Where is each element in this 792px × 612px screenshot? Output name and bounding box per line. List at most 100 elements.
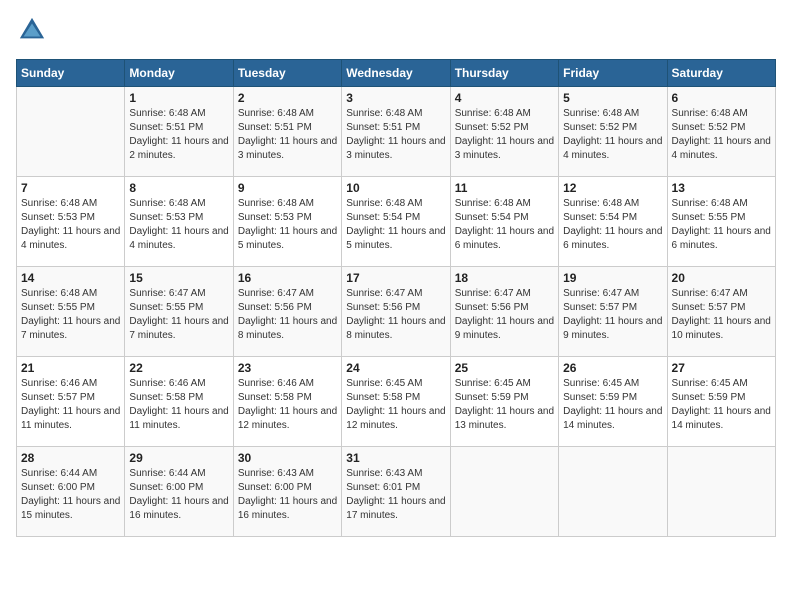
- day-number: 24: [346, 361, 445, 375]
- column-header-saturday: Saturday: [667, 60, 775, 87]
- day-number: 31: [346, 451, 445, 465]
- day-info: Sunrise: 6:48 AMSunset: 5:54 PMDaylight:…: [563, 197, 662, 253]
- day-info: Sunrise: 6:43 AMSunset: 6:01 PMDaylight:…: [346, 467, 445, 523]
- day-info: Sunrise: 6:46 AMSunset: 5:58 PMDaylight:…: [129, 377, 228, 433]
- day-number: 26: [563, 361, 662, 375]
- day-number: 29: [129, 451, 228, 465]
- calendar-cell: 18 Sunrise: 6:47 AMSunset: 5:56 PMDayligh…: [450, 267, 558, 357]
- day-number: 17: [346, 271, 445, 285]
- day-number: 19: [563, 271, 662, 285]
- calendar-cell: [667, 447, 775, 537]
- day-info: Sunrise: 6:48 AMSunset: 5:51 PMDaylight:…: [238, 107, 337, 163]
- day-number: 7: [21, 181, 120, 195]
- day-info: Sunrise: 6:48 AMSunset: 5:55 PMDaylight:…: [21, 287, 120, 343]
- calendar-cell: 14 Sunrise: 6:48 AMSunset: 5:55 PMDayligh…: [17, 267, 125, 357]
- day-info: Sunrise: 6:45 AMSunset: 5:59 PMDaylight:…: [455, 377, 554, 433]
- calendar-cell: 5Sunrise: 6:48 AMSunset: 5:52 PMDaylight…: [559, 87, 667, 177]
- column-header-thursday: Thursday: [450, 60, 558, 87]
- calendar-cell: 24 Sunrise: 6:45 AMSunset: 5:58 PMDayligh…: [342, 357, 450, 447]
- calendar-cell: [559, 447, 667, 537]
- day-number: 3: [346, 91, 445, 105]
- day-number: 11: [455, 181, 554, 195]
- logo-icon: [18, 16, 46, 44]
- day-number: 15: [129, 271, 228, 285]
- calendar-cell: 1Sunrise: 6:48 AMSunset: 5:51 PMDaylight…: [125, 87, 233, 177]
- day-info: Sunrise: 6:43 AMSunset: 6:00 PMDaylight:…: [238, 467, 337, 523]
- calendar-cell: 8 Sunrise: 6:48 AMSunset: 5:53 PMDaylight…: [125, 177, 233, 267]
- calendar-week-2: 7 Sunrise: 6:48 AMSunset: 5:53 PMDaylight…: [17, 177, 776, 267]
- day-info: Sunrise: 6:48 AMSunset: 5:53 PMDaylight:…: [21, 197, 120, 253]
- calendar-week-4: 21 Sunrise: 6:46 AMSunset: 5:57 PMDayligh…: [17, 357, 776, 447]
- calendar-cell: 6Sunrise: 6:48 AMSunset: 5:52 PMDaylight…: [667, 87, 775, 177]
- day-number: 27: [672, 361, 771, 375]
- column-header-sunday: Sunday: [17, 60, 125, 87]
- logo-text: [16, 16, 46, 49]
- day-number: 30: [238, 451, 337, 465]
- day-number: 23: [238, 361, 337, 375]
- day-info: Sunrise: 6:45 AMSunset: 5:58 PMDaylight:…: [346, 377, 445, 433]
- day-info: Sunrise: 6:48 AMSunset: 5:55 PMDaylight:…: [672, 197, 771, 253]
- calendar-week-3: 14 Sunrise: 6:48 AMSunset: 5:55 PMDayligh…: [17, 267, 776, 357]
- page-header: [16, 16, 776, 49]
- calendar-cell: 29 Sunrise: 6:44 AMSunset: 6:00 PMDayligh…: [125, 447, 233, 537]
- calendar-cell: 26 Sunrise: 6:45 AMSunset: 5:59 PMDayligh…: [559, 357, 667, 447]
- calendar-cell: 30 Sunrise: 6:43 AMSunset: 6:00 PMDayligh…: [233, 447, 341, 537]
- calendar-cell: 28Sunrise: 6:44 AMSunset: 6:00 PMDayligh…: [17, 447, 125, 537]
- calendar-cell: 20 Sunrise: 6:47 AMSunset: 5:57 PMDayligh…: [667, 267, 775, 357]
- calendar-cell: 21 Sunrise: 6:46 AMSunset: 5:57 PMDayligh…: [17, 357, 125, 447]
- day-number: 9: [238, 181, 337, 195]
- day-number: 13: [672, 181, 771, 195]
- day-info: Sunrise: 6:48 AMSunset: 5:51 PMDaylight:…: [346, 107, 445, 163]
- calendar-cell: [17, 87, 125, 177]
- calendar-cell: 13 Sunrise: 6:48 AMSunset: 5:55 PMDayligh…: [667, 177, 775, 267]
- calendar-cell: 11 Sunrise: 6:48 AMSunset: 5:54 PMDayligh…: [450, 177, 558, 267]
- calendar-cell: 17 Sunrise: 6:47 AMSunset: 5:56 PMDayligh…: [342, 267, 450, 357]
- day-number: 28: [21, 451, 120, 465]
- day-number: 2: [238, 91, 337, 105]
- day-info: Sunrise: 6:48 AMSunset: 5:54 PMDaylight:…: [346, 197, 445, 253]
- calendar-cell: 19 Sunrise: 6:47 AMSunset: 5:57 PMDayligh…: [559, 267, 667, 357]
- column-header-wednesday: Wednesday: [342, 60, 450, 87]
- day-number: 22: [129, 361, 228, 375]
- calendar-cell: [450, 447, 558, 537]
- calendar-cell: 4Sunrise: 6:48 AMSunset: 5:52 PMDaylight…: [450, 87, 558, 177]
- day-info: Sunrise: 6:48 AMSunset: 5:53 PMDaylight:…: [238, 197, 337, 253]
- calendar-cell: 2 Sunrise: 6:48 AMSunset: 5:51 PMDaylight…: [233, 87, 341, 177]
- day-number: 21: [21, 361, 120, 375]
- calendar-week-1: 1Sunrise: 6:48 AMSunset: 5:51 PMDaylight…: [17, 87, 776, 177]
- day-number: 25: [455, 361, 554, 375]
- day-info: Sunrise: 6:45 AMSunset: 5:59 PMDaylight:…: [672, 377, 771, 433]
- calendar-cell: 12 Sunrise: 6:48 AMSunset: 5:54 PMDayligh…: [559, 177, 667, 267]
- day-info: Sunrise: 6:47 AMSunset: 5:57 PMDaylight:…: [672, 287, 771, 343]
- logo: [16, 16, 46, 49]
- day-info: Sunrise: 6:47 AMSunset: 5:56 PMDaylight:…: [455, 287, 554, 343]
- calendar-cell: 25 Sunrise: 6:45 AMSunset: 5:59 PMDayligh…: [450, 357, 558, 447]
- calendar-cell: 9 Sunrise: 6:48 AMSunset: 5:53 PMDaylight…: [233, 177, 341, 267]
- day-number: 14: [21, 271, 120, 285]
- day-info: Sunrise: 6:44 AMSunset: 6:00 PMDaylight:…: [129, 467, 228, 523]
- day-number: 18: [455, 271, 554, 285]
- calendar-cell: 31 Sunrise: 6:43 AMSunset: 6:01 PMDayligh…: [342, 447, 450, 537]
- calendar-cell: 15 Sunrise: 6:47 AMSunset: 5:55 PMDayligh…: [125, 267, 233, 357]
- day-number: 20: [672, 271, 771, 285]
- day-info: Sunrise: 6:46 AMSunset: 5:57 PMDaylight:…: [21, 377, 120, 433]
- day-number: 12: [563, 181, 662, 195]
- day-info: Sunrise: 6:48 AMSunset: 5:53 PMDaylight:…: [129, 197, 228, 253]
- day-info: Sunrise: 6:47 AMSunset: 5:56 PMDaylight:…: [238, 287, 337, 343]
- column-header-friday: Friday: [559, 60, 667, 87]
- day-number: 8: [129, 181, 228, 195]
- calendar-cell: 23 Sunrise: 6:46 AMSunset: 5:58 PMDayligh…: [233, 357, 341, 447]
- day-info: Sunrise: 6:45 AMSunset: 5:59 PMDaylight:…: [563, 377, 662, 433]
- day-number: 16: [238, 271, 337, 285]
- day-info: Sunrise: 6:47 AMSunset: 5:55 PMDaylight:…: [129, 287, 228, 343]
- calendar-table: SundayMondayTuesdayWednesdayThursdayFrid…: [16, 59, 776, 537]
- column-header-monday: Monday: [125, 60, 233, 87]
- day-number: 10: [346, 181, 445, 195]
- day-info: Sunrise: 6:46 AMSunset: 5:58 PMDaylight:…: [238, 377, 337, 433]
- calendar-cell: 7 Sunrise: 6:48 AMSunset: 5:53 PMDaylight…: [17, 177, 125, 267]
- day-info: Sunrise: 6:48 AMSunset: 5:54 PMDaylight:…: [455, 197, 554, 253]
- day-info: Sunrise: 6:47 AMSunset: 5:56 PMDaylight:…: [346, 287, 445, 343]
- day-info: Sunrise: 6:48 AMSunset: 5:52 PMDaylight:…: [672, 107, 771, 163]
- calendar-cell: 22 Sunrise: 6:46 AMSunset: 5:58 PMDayligh…: [125, 357, 233, 447]
- day-info: Sunrise: 6:47 AMSunset: 5:57 PMDaylight:…: [563, 287, 662, 343]
